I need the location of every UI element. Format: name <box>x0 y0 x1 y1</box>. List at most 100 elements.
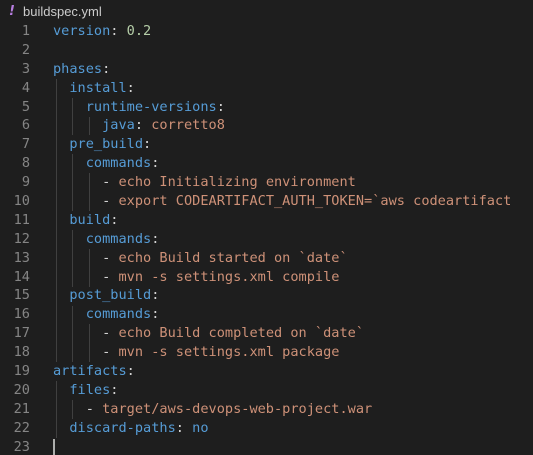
yaml-punctuation: : <box>102 60 111 77</box>
indent-guide <box>88 173 90 211</box>
yaml-punctuation: - <box>102 268 119 285</box>
indent-guide <box>56 78 57 363</box>
indent-guide <box>88 116 90 136</box>
code-line[interactable]: 4 install: <box>0 79 533 98</box>
line-number: 20 <box>13 381 30 398</box>
yaml-punctuation: : <box>110 381 119 398</box>
yaml-punctuation: : <box>151 287 160 304</box>
line-content: java: corretto8 <box>102 116 225 135</box>
code-line[interactable]: 22 discard-paths: no <box>0 419 533 438</box>
line-number: 19 <box>13 363 30 380</box>
code-line[interactable]: 11 build: <box>0 211 533 230</box>
yaml-value: no <box>192 419 209 436</box>
yaml-punctuation: : <box>216 98 225 115</box>
yaml-punctuation: : <box>110 23 127 39</box>
line-content: install: <box>69 79 134 98</box>
yaml-value: mvn -s settings.xml compile <box>118 268 340 285</box>
line-number: 9 <box>21 174 30 191</box>
code-line[interactable]: 19 artifacts: <box>0 362 533 381</box>
line-number: 17 <box>13 325 30 342</box>
yaml-punctuation: : <box>143 136 152 153</box>
line-number: 11 <box>13 211 30 228</box>
indent-guide <box>72 97 74 136</box>
yaml-value: echo Initializing environment <box>118 174 356 191</box>
code-line[interactable]: 17 - echo Build completed on `date` <box>0 324 533 343</box>
line-content: post_build: <box>69 286 159 305</box>
yaml-punctuation: : <box>151 230 160 247</box>
line-number: 7 <box>21 136 30 153</box>
code-line[interactable]: 20 files: <box>0 381 533 400</box>
code-line[interactable]: 16 commands: <box>0 305 533 324</box>
yaml-key: build <box>69 211 111 228</box>
yaml-key: runtime-versions <box>85 98 217 115</box>
indent-guide <box>56 381 57 438</box>
yaml-punctuation: - <box>102 325 119 342</box>
indent-guide <box>72 154 74 211</box>
line-content: artifacts: <box>53 362 135 381</box>
line-number: 3 <box>21 60 30 77</box>
code-line[interactable]: 15 post_build: <box>0 286 533 305</box>
yaml-value: echo Build started on `date` <box>118 249 348 266</box>
code-line[interactable]: 2 <box>0 41 533 60</box>
code-line[interactable]: 18 - mvn -s settings.xml package <box>0 343 533 362</box>
file-tab[interactable]: ! buildspec.yml <box>0 0 533 22</box>
yaml-punctuation: : <box>151 306 160 323</box>
yaml-value: target/aws-devops-web-project.war <box>102 400 373 417</box>
yaml-punctuation: : <box>126 363 135 380</box>
yaml-key: commands <box>85 306 152 323</box>
line-number: 22 <box>13 419 30 436</box>
yaml-key: commands <box>85 230 152 247</box>
code-line[interactable]: 1 version: 0.2 <box>0 22 533 41</box>
yaml-value: corretto8 <box>151 117 225 134</box>
line-content: discard-paths: no <box>69 419 208 438</box>
yaml-punctuation: : <box>151 155 160 172</box>
line-content: files: <box>69 381 118 400</box>
line-content: - echo Build completed on `date` <box>102 324 364 343</box>
code-line[interactable]: 9 - echo Initializing environment <box>0 173 533 192</box>
yaml-key: phases <box>53 60 103 77</box>
code-line[interactable]: 14 - mvn -s settings.xml compile <box>0 268 533 287</box>
line-number: 1 <box>21 23 30 39</box>
line-number: 18 <box>13 344 30 361</box>
code-line[interactable]: 3 phases: <box>0 60 533 79</box>
line-number: 6 <box>21 117 30 134</box>
yaml-punctuation: : <box>175 419 193 436</box>
yaml-exclamation-icon: ! <box>9 3 15 19</box>
code-line[interactable]: 7 pre_build: <box>0 135 533 154</box>
line-content: commands: <box>86 305 160 324</box>
indent-guide <box>72 229 74 287</box>
line-content: commands: <box>86 230 160 249</box>
line-number: 15 <box>13 287 30 304</box>
line-content: pre_build: <box>69 135 151 154</box>
line-content: version: 0.2 <box>53 22 151 41</box>
code-area[interactable]: 1 version: 0.2 2 3 phases: 4 install: 5 runtime-… <box>0 22 533 455</box>
line-number: 5 <box>21 98 30 115</box>
yaml-value: 0.2 <box>126 23 152 39</box>
line-number: 4 <box>21 79 30 96</box>
line-content: - mvn -s settings.xml package <box>102 343 339 362</box>
yaml-punctuation: - <box>102 174 119 191</box>
line-number: 8 <box>21 155 30 172</box>
yaml-key: files <box>69 381 111 398</box>
text-cursor <box>53 438 55 455</box>
yaml-key: pre_build <box>69 136 144 153</box>
code-line[interactable]: 12 commands: <box>0 230 533 249</box>
yaml-punctuation: : <box>134 117 152 134</box>
code-line[interactable]: 10 - export CODEARTIFACT_AUTH_TOKEN=`aws … <box>0 192 533 211</box>
line-content: build: <box>69 211 118 230</box>
code-line[interactable]: 13 - echo Build started on `date` <box>0 249 533 268</box>
code-line[interactable]: 8 commands: <box>0 154 533 173</box>
yaml-key: post_build <box>69 287 152 304</box>
code-line[interactable]: 6 java: corretto8 <box>0 116 533 135</box>
yaml-punctuation: : <box>110 211 119 228</box>
code-line[interactable]: 5 runtime-versions: <box>0 98 533 117</box>
line-number: 14 <box>13 268 30 285</box>
line-number: 16 <box>13 306 30 323</box>
line-number: 13 <box>13 249 30 266</box>
code-editor[interactable]: ! buildspec.yml 1 version: 0.2 2 3 phases: 4 i… <box>0 0 533 455</box>
code-line[interactable]: 21 - target/aws-devops-web-project.war <box>0 400 533 419</box>
code-line[interactable]: 23 <box>0 438 533 455</box>
line-content: commands: <box>86 154 160 173</box>
line-content: phases: <box>53 60 110 79</box>
yaml-key: install <box>69 79 127 96</box>
